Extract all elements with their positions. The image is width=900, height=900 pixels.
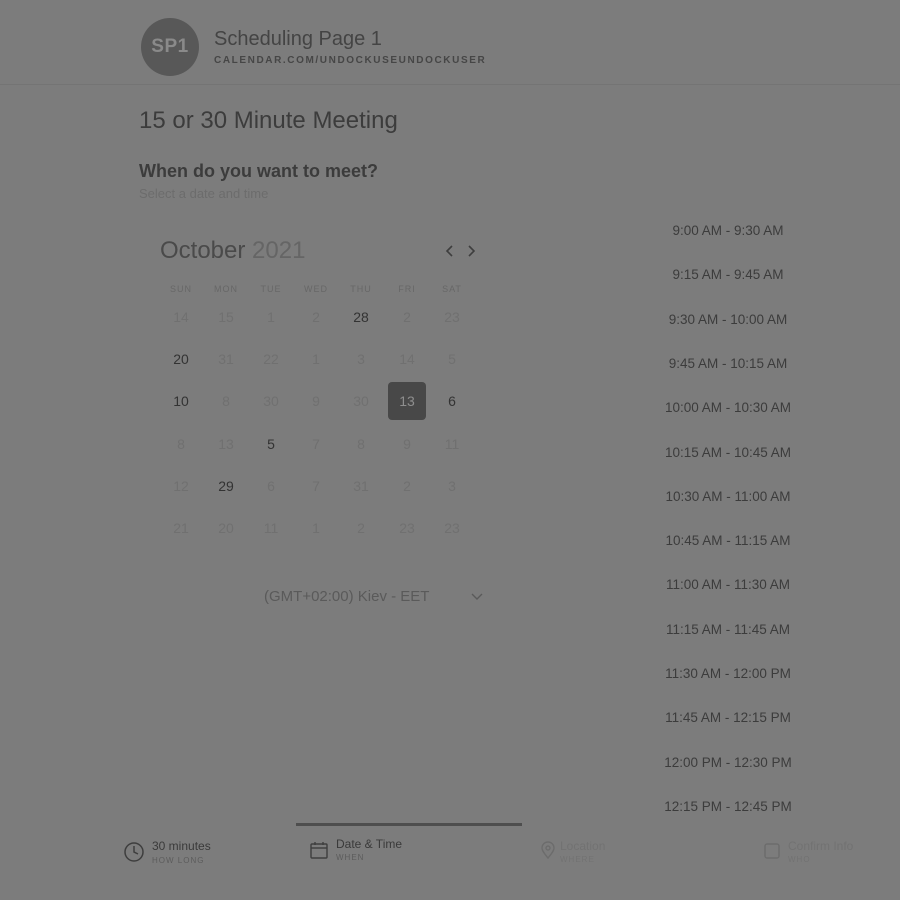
time-slot[interactable]: 10:00 AM - 10:30 AM [648, 400, 808, 415]
chevron-right-icon [468, 245, 476, 257]
calendar-day-selected[interactable]: 13 [388, 382, 426, 420]
calendar-day: 7 [312, 478, 320, 494]
prev-month-button[interactable] [441, 240, 459, 262]
calendar-day: 13 [218, 436, 234, 452]
calendar-day: 14 [173, 309, 189, 325]
calendar-day-available[interactable]: 6 [433, 382, 471, 420]
calendar-day: 11 [444, 436, 460, 452]
calendar-day: 1 [312, 351, 320, 367]
active-step-underline [296, 823, 522, 826]
avatar: SP1 [141, 18, 199, 76]
chevron-down-icon [471, 593, 483, 600]
weekday-label: WED [304, 284, 328, 294]
step-location-label[interactable]: Location [560, 839, 605, 853]
calendar-day: 2 [403, 309, 411, 325]
weekday-label: MON [214, 284, 238, 294]
clock-icon [123, 841, 145, 863]
calendar-icon [309, 840, 331, 862]
next-month-button[interactable] [462, 240, 480, 262]
calendar-day: 1 [267, 309, 275, 325]
calendar-day-available[interactable]: 28 [342, 298, 380, 336]
meeting-question: When do you want to meet? [139, 161, 378, 181]
weekday-label: THU [350, 284, 372, 294]
calendar-day: 2 [357, 520, 365, 536]
weekday-label: SUN [169, 284, 192, 294]
calendar-day: 6 [267, 478, 275, 494]
time-slot[interactable]: 11:30 AM - 12:00 PM [648, 666, 808, 681]
calendar-day-available[interactable]: 20 [162, 340, 200, 378]
calendar-day: 8 [357, 436, 365, 452]
calendar-day: 12 [173, 478, 189, 494]
calendar-day: 11 [263, 520, 279, 536]
calendar-day: 5 [448, 351, 456, 367]
calendar-day: 20 [218, 520, 234, 536]
timezone-select[interactable]: (GMT+02:00) Kiev - EET [264, 588, 429, 605]
calendar-day-available[interactable]: 5 [252, 425, 290, 463]
calendar-day: 9 [403, 436, 411, 452]
time-slot[interactable]: 9:00 AM - 9:30 AM [648, 223, 808, 238]
calendar-day: 30 [263, 393, 279, 409]
calendar-day: 1 [312, 520, 320, 536]
step-duration-label[interactable]: 30 minutes [152, 839, 211, 853]
time-slot[interactable]: 11:45 AM - 12:15 PM [648, 710, 808, 725]
calendar-day: 3 [357, 351, 365, 367]
meeting-title: 15 or 30 Minute Meeting [139, 107, 398, 134]
step-datetime-sub: WHEN [336, 853, 365, 862]
month-label: October 2021 [160, 237, 305, 265]
calendar-day-available[interactable]: 29 [207, 467, 245, 505]
calendar-day: 2 [403, 478, 411, 494]
calendar-day: 9 [312, 393, 320, 409]
calendar-day: 21 [173, 520, 189, 536]
calendar-day: 31 [353, 478, 369, 494]
calendar-day: 30 [353, 393, 369, 409]
step-datetime-label[interactable]: Date & Time [336, 837, 402, 851]
step-duration-sub: HOW LONG [152, 856, 205, 865]
calendar-day: 23 [444, 309, 460, 325]
calendar-day-available[interactable]: 10 [162, 382, 200, 420]
chevron-left-icon [445, 245, 453, 257]
time-slot[interactable]: 12:00 PM - 12:30 PM [648, 755, 808, 770]
calendar-day: 8 [177, 436, 185, 452]
time-slot[interactable]: 11:00 AM - 11:30 AM [648, 577, 808, 592]
calendar-day: 2 [312, 309, 320, 325]
time-slot[interactable]: 9:30 AM - 10:00 AM [648, 312, 808, 327]
step-confirm-label[interactable]: Confirm Info [788, 839, 853, 853]
calendar-day: 7 [312, 436, 320, 452]
location-pin-icon [538, 840, 560, 862]
time-slot[interactable]: 10:45 AM - 11:15 AM [648, 533, 808, 548]
step-location-sub: WHERE [560, 855, 595, 864]
weekday-label: TUE [260, 284, 282, 294]
time-slot[interactable]: 9:45 AM - 10:15 AM [648, 356, 808, 371]
time-slot[interactable]: 11:15 AM - 11:45 AM [648, 622, 808, 637]
calendar-day: 23 [444, 520, 460, 536]
calendar-day: 31 [218, 351, 234, 367]
header-bar [0, 0, 900, 85]
calendar-day: 22 [263, 351, 279, 367]
calendar-day: 14 [399, 351, 415, 367]
time-slot[interactable]: 12:15 PM - 12:45 PM [648, 799, 808, 814]
calendar-day: 3 [448, 478, 456, 494]
month-name: October [160, 237, 246, 264]
time-slot[interactable]: 10:30 AM - 11:00 AM [648, 489, 808, 504]
year-label: 2021 [252, 237, 306, 264]
calendar-day: 23 [399, 520, 415, 536]
page-name: Scheduling Page 1 [214, 28, 382, 50]
checkbox-icon [763, 842, 785, 864]
weekday-label: FRI [398, 284, 416, 294]
step-confirm-sub: WHO [788, 855, 811, 864]
calendar-day: 15 [218, 309, 234, 325]
weekday-label: SAT [442, 284, 462, 294]
page-url[interactable]: CALENDAR.COM/UNDOCKUSEUNDOCKUSER [214, 55, 486, 66]
calendar-day: 8 [222, 393, 230, 409]
time-slot[interactable]: 9:15 AM - 9:45 AM [648, 267, 808, 282]
timezone-dropdown[interactable] [470, 588, 484, 604]
meeting-subtitle: Select a date and time [139, 186, 269, 201]
time-slot[interactable]: 10:15 AM - 10:45 AM [648, 445, 808, 460]
